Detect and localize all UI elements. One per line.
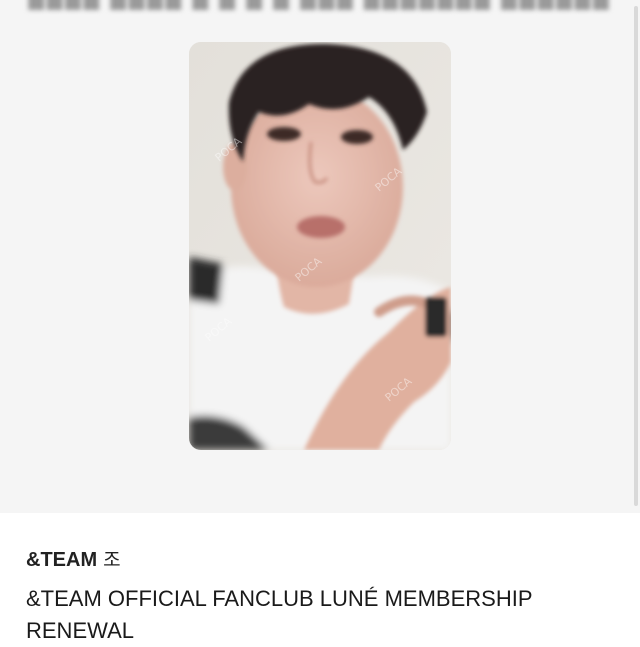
top-caption-blurred: ▇▇▇▇ ▇▇▇▇ ▇ ▇ ▇ ▇ ▇▇▇ ▇▇▇▇▇▇▇ ▇▇▇▇▇▇ — [0, 0, 640, 11]
photocard-image[interactable]: POCA POCA POCA POCA POCA — [189, 42, 451, 450]
listing-title: &TEAM OFFICIAL FANCLUB LUNÉ MEMBERSHIP R… — [26, 586, 533, 643]
artist-line: &TEAM 조 — [26, 547, 626, 573]
photocard-photo: POCA POCA POCA POCA POCA — [189, 42, 451, 450]
listing-info: &TEAM 조 &TEAM OFFICIAL FANCLUB LUNÉ MEMBE… — [26, 547, 626, 647]
product-image-area[interactable]: ▇▇▇▇ ▇▇▇▇ ▇ ▇ ▇ ▇ ▇▇▇ ▇▇▇▇▇▇▇ ▇▇▇▇▇▇ — [0, 0, 640, 513]
image-scrollbar[interactable] — [634, 6, 638, 506]
member-name: 조 — [103, 549, 121, 571]
artist-name[interactable]: &TEAM — [26, 549, 97, 571]
